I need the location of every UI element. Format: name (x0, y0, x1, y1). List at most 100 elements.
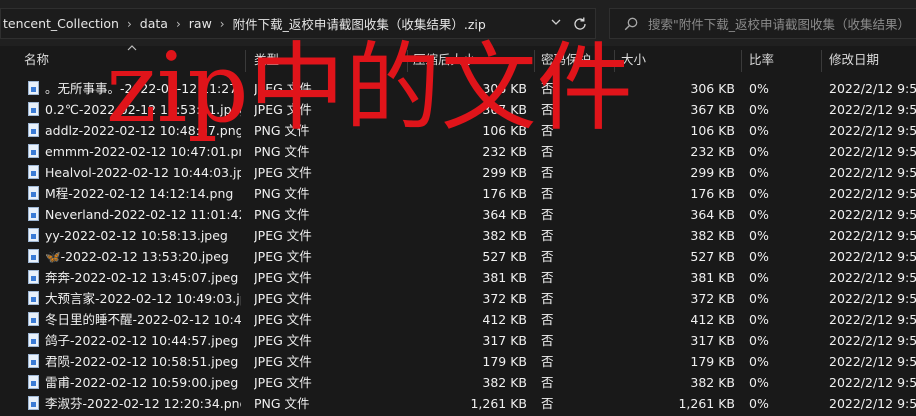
file-modified: 2022/2/12 9:55 (829, 396, 916, 411)
file-ratio: 0% (749, 291, 769, 306)
file-type: JPEG 文件 (254, 312, 312, 327)
file-compressed-size: 299 KB (482, 165, 527, 180)
file-modified: 2022/2/12 9:55 (829, 375, 916, 390)
file-password: 否 (541, 396, 554, 411)
column-compressed-size[interactable]: 压缩后大小 (413, 46, 533, 74)
file-size: 106 KB (690, 123, 735, 138)
file-row[interactable]: 0.2℃-2022-02-12 11:53:51.jpeg JPEG 文件 36… (0, 99, 916, 120)
file-name[interactable]: 。无所事事。-2022-02-12 11:27:... (45, 78, 241, 99)
file-type: JPEG 文件 (254, 249, 312, 264)
file-name[interactable]: Neverland-2022-02-12 11:01:42... (45, 204, 241, 225)
file-row[interactable]: 冬日里的睡不醒-2022-02-12 10:4... JPEG 文件 412 K… (0, 309, 916, 330)
search-box[interactable]: 搜索"附件下载_返校申请截图收集（收集结果） (609, 8, 916, 39)
file-name[interactable]: 大预言家-2022-02-12 10:49:03.jp... (45, 288, 241, 309)
file-name[interactable]: 鸽子-2022-02-12 10:44:57.jpeg (45, 330, 241, 351)
file-name[interactable]: emmm-2022-02-12 10:47:01.png (45, 141, 241, 162)
file-type: JPEG 文件 (254, 291, 312, 306)
column-divider[interactable] (614, 50, 615, 72)
file-password: 否 (541, 165, 554, 180)
file-modified: 2022/2/12 9:55 (829, 354, 916, 369)
column-divider[interactable] (407, 50, 408, 72)
column-divider[interactable] (741, 50, 742, 72)
file-modified: 2022/2/12 9:55 (829, 123, 916, 138)
file-row[interactable]: 。无所事事。-2022-02-12 11:27:... JPEG 文件 306 … (0, 78, 916, 99)
column-divider[interactable] (821, 50, 822, 72)
search-placeholder[interactable]: 搜索"附件下载_返校申请截图收集（收集结果） (648, 14, 910, 33)
search-icon (624, 17, 638, 31)
column-divider[interactable] (534, 50, 535, 72)
navigation-bar: tencent_Collection › data › raw › 附件下载_返… (0, 0, 916, 46)
file-name[interactable]: M程-2022-02-12 14:12:14.png (45, 183, 241, 204)
file-size: 527 KB (690, 249, 735, 264)
file-size: 176 KB (690, 186, 735, 201)
file-type: JPEG 文件 (254, 228, 312, 243)
file-row[interactable]: 奔奔-2022-02-12 13:45:07.jpeg JPEG 文件 381 … (0, 267, 916, 288)
file-name[interactable]: 雷甫-2022-02-12 10:59:00.jpeg (45, 372, 241, 393)
file-ratio: 0% (749, 270, 769, 285)
column-divider[interactable] (245, 50, 246, 72)
file-name[interactable]: Healvol-2022-02-12 10:44:03.jp... (45, 162, 241, 183)
file-size: 179 KB (690, 354, 735, 369)
file-modified: 2022/2/12 9:55 (829, 186, 916, 201)
file-password: 否 (541, 102, 554, 117)
file-name[interactable]: 🦋-2022-02-12 13:53:20.jpeg (45, 246, 241, 267)
column-type[interactable]: 类型 (254, 46, 404, 74)
image-file-icon (28, 249, 39, 263)
file-list: 。无所事事。-2022-02-12 11:27:... JPEG 文件 306 … (0, 78, 916, 414)
column-ratio[interactable]: 比率 (749, 46, 819, 74)
address-bar[interactable]: tencent_Collection › data › raw › 附件下载_返… (0, 8, 596, 39)
file-type: PNG 文件 (254, 207, 310, 222)
file-name[interactable]: 冬日里的睡不醒-2022-02-12 10:4... (45, 309, 241, 330)
file-name[interactable]: 奔奔-2022-02-12 13:45:07.jpeg (45, 267, 241, 288)
file-compressed-size: 381 KB (482, 270, 527, 285)
image-file-icon (28, 333, 39, 347)
file-modified: 2022/2/12 9:55 (829, 333, 916, 348)
file-name[interactable]: 0.2℃-2022-02-12 11:53:51.jpeg (45, 99, 241, 120)
file-name[interactable]: 君陨-2022-02-12 10:58:51.jpeg (45, 351, 241, 372)
file-row[interactable]: yy-2022-02-12 10:58:13.jpeg JPEG 文件 382 … (0, 225, 916, 246)
file-type: PNG 文件 (254, 396, 310, 411)
breadcrumb-raw[interactable]: raw (185, 16, 216, 31)
file-row[interactable]: Healvol-2022-02-12 10:44:03.jp... JPEG 文… (0, 162, 916, 183)
breadcrumb-zip[interactable]: 附件下载_返校申请截图收集（收集结果）.zip (229, 14, 490, 33)
file-ratio: 0% (749, 186, 769, 201)
file-size: 306 KB (690, 81, 735, 96)
file-modified: 2022/2/12 9:55 (829, 270, 916, 285)
chevron-right-icon[interactable]: › (216, 18, 229, 30)
column-size[interactable]: 大小 (621, 46, 731, 74)
file-row[interactable]: addlz-2022-02-12 10:48:07.png PNG 文件 106… (0, 120, 916, 141)
file-row[interactable]: 雷甫-2022-02-12 10:59:00.jpeg JPEG 文件 382 … (0, 372, 916, 393)
file-name[interactable]: 李淑芬-2022-02-12 12:20:34.png (45, 393, 241, 414)
chevron-right-icon[interactable]: › (123, 18, 136, 30)
file-compressed-size: 364 KB (482, 207, 527, 222)
column-modified[interactable]: 修改日期 (829, 46, 916, 74)
file-name[interactable]: addlz-2022-02-12 10:48:07.png (45, 120, 241, 141)
file-row[interactable]: emmm-2022-02-12 10:47:01.png PNG 文件 232 … (0, 141, 916, 162)
file-password: 否 (541, 249, 554, 264)
chevron-right-icon[interactable]: › (172, 18, 185, 30)
file-compressed-size: 527 KB (482, 249, 527, 264)
file-row[interactable]: 君陨-2022-02-12 10:58:51.jpeg JPEG 文件 179 … (0, 351, 916, 372)
breadcrumb-collection[interactable]: tencent_Collection (1, 16, 123, 31)
file-password: 否 (541, 333, 554, 348)
file-modified: 2022/2/12 9:55 (829, 102, 916, 117)
file-modified: 2022/2/12 9:55 (829, 165, 916, 180)
file-size: 367 KB (690, 102, 735, 117)
file-row[interactable]: M程-2022-02-12 14:12:14.png PNG 文件 176 KB… (0, 183, 916, 204)
file-row[interactable]: 李淑芬-2022-02-12 12:20:34.png PNG 文件 1,261… (0, 393, 916, 414)
file-row[interactable]: 鸽子-2022-02-12 10:44:57.jpeg JPEG 文件 317 … (0, 330, 916, 351)
file-compressed-size: 412 KB (482, 312, 527, 327)
breadcrumb-data[interactable]: data (136, 16, 172, 31)
column-name[interactable]: 名称 (24, 46, 244, 74)
chevron-down-icon[interactable] (549, 16, 563, 30)
file-row[interactable]: 大预言家-2022-02-12 10:49:03.jp... JPEG 文件 3… (0, 288, 916, 309)
refresh-icon[interactable] (571, 15, 589, 33)
file-compressed-size: 1,261 KB (470, 396, 527, 411)
file-row[interactable]: 🦋-2022-02-12 13:53:20.jpeg JPEG 文件 527 K… (0, 246, 916, 267)
column-password[interactable]: 密码保护 (541, 46, 611, 74)
file-type: JPEG 文件 (254, 81, 312, 96)
image-file-icon (28, 144, 39, 158)
file-name[interactable]: yy-2022-02-12 10:58:13.jpeg (45, 225, 241, 246)
image-file-icon (28, 291, 39, 305)
file-row[interactable]: Neverland-2022-02-12 11:01:42... PNG 文件 … (0, 204, 916, 225)
